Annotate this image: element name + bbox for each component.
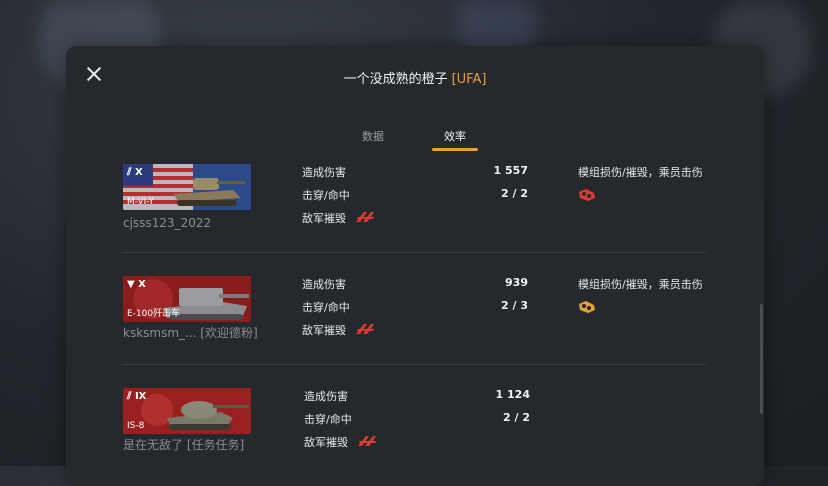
player-name: 是在无敌了 [任务任务] xyxy=(123,438,245,452)
pen-label: 击穿/命中 xyxy=(304,413,352,426)
clan-tag: [UFA] xyxy=(451,72,487,87)
crit-icon xyxy=(579,301,595,313)
divider xyxy=(122,252,706,253)
damage-label: 造成伤害 xyxy=(302,166,346,179)
list-item: ⫽ X M-VI-Y cjsss123_2022 造成伤害 1 557 击穿/命… xyxy=(66,158,764,270)
destroyed-icon xyxy=(356,212,374,222)
damage-value: 1 557 xyxy=(493,164,528,177)
list-item: ▼ X E-100歼击车 ksksmsm_... [欢迎德粉] 造成伤害 939… xyxy=(66,270,764,382)
player-stats-modal: 一个没成熟的橙子 [UFA] 数据 效率 ⫽ X M-VI-Y cjsss123… xyxy=(66,46,764,486)
crit-icon xyxy=(579,189,595,201)
pen-label: 击穿/命中 xyxy=(302,301,350,314)
player-name: 一个没成熟的橙子 xyxy=(343,72,448,87)
damage-label: 造成伤害 xyxy=(302,278,346,291)
damage-value: 1 124 xyxy=(495,388,530,401)
crit-label: 模组损伤/摧毁，乘员击伤 xyxy=(578,166,703,179)
damage-value: 939 xyxy=(505,276,528,289)
pen-value: 2 / 2 xyxy=(501,187,528,200)
tank-name: M-VI-Y xyxy=(127,197,154,207)
player-name: ksksmsm_... [欢迎德粉] xyxy=(123,326,258,340)
vehicle-list[interactable]: ⫽ X M-VI-Y cjsss123_2022 造成伤害 1 557 击穿/命… xyxy=(66,158,764,486)
kill-label: 敌军摧毁 xyxy=(302,212,346,225)
pen-label: 击穿/命中 xyxy=(302,189,350,202)
kill-label: 敌军摧毁 xyxy=(304,436,348,449)
crit-label: 模组损伤/摧毁，乘员击伤 xyxy=(578,278,703,291)
player-name: cjsss123_2022 xyxy=(123,216,212,230)
destroyed-icon xyxy=(358,436,376,446)
tank-card: ⫽ X M-VI-Y xyxy=(123,164,251,210)
tank-name: E-100歼击车 xyxy=(127,309,181,319)
tier-label: ⫽ X xyxy=(127,167,143,178)
modal-title: 一个没成熟的橙子 [UFA] xyxy=(66,68,764,87)
tab-efficiency[interactable]: 效率 xyxy=(444,128,466,144)
tab-data[interactable]: 数据 xyxy=(362,128,384,144)
pen-value: 2 / 2 xyxy=(503,411,530,424)
tank-card: ▼ X E-100歼击车 xyxy=(123,276,251,322)
scrollbar[interactable] xyxy=(760,304,763,414)
tier-label: ⫽ IX xyxy=(127,391,147,402)
divider xyxy=(122,364,706,365)
damage-label: 造成伤害 xyxy=(304,390,348,403)
tank-name: IS-8 xyxy=(127,421,145,431)
kill-label: 敌军摧毁 xyxy=(302,324,346,337)
list-item: ⫽ IX IS-8 是在无敌了 [任务任务] 造成伤害 1 124 击穿/命中 … xyxy=(66,382,764,486)
tier-label: ▼ X xyxy=(127,279,146,290)
active-tab-indicator xyxy=(432,148,478,151)
pen-value: 2 / 3 xyxy=(501,299,528,312)
destroyed-icon xyxy=(356,324,374,334)
tab-bar: 数据 效率 xyxy=(66,128,764,152)
tank-card: ⫽ IX IS-8 xyxy=(123,388,251,434)
